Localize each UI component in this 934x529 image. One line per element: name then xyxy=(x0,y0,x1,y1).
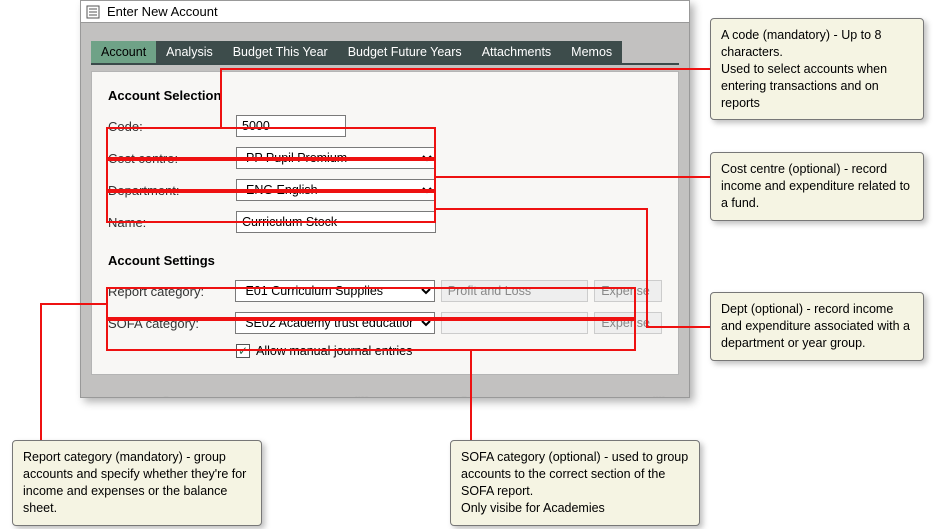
report-category-select[interactable]: E01 Curriculum Supplies xyxy=(235,280,434,302)
row-code: Code: xyxy=(108,113,662,139)
window-title: Enter New Account xyxy=(107,4,218,19)
tab-bar: Account Analysis Budget This Year Budget… xyxy=(91,41,679,65)
tab-memos[interactable]: Memos xyxy=(561,41,622,63)
report-category-label: Report category: xyxy=(108,284,235,299)
sofa-category-label: SOFA category: xyxy=(108,316,235,331)
row-report-category: Report category: E01 Curriculum Supplies… xyxy=(108,278,662,304)
allow-journals-checkbox[interactable]: ✓ xyxy=(236,344,250,358)
name-field[interactable] xyxy=(236,211,436,233)
account-panel: Account Selection Code: Cost centre: PP … xyxy=(91,71,679,375)
account-selection-heading: Account Selection xyxy=(108,88,662,103)
tab-budget-this-year[interactable]: Budget This Year xyxy=(223,41,338,63)
torn-edge xyxy=(81,385,689,397)
department-select[interactable]: ENG English xyxy=(236,179,436,201)
row-cost-centre: Cost centre: PP Pupil Premium xyxy=(108,145,662,171)
row-department: Department: ENG English xyxy=(108,177,662,203)
sofa-category-select[interactable]: SE02 Academy trust educational op xyxy=(235,312,435,334)
tab-attachments[interactable]: Attachments xyxy=(472,41,561,63)
cost-centre-select[interactable]: PP Pupil Premium xyxy=(236,147,436,169)
profit-loss-readonly: Profit and Loss xyxy=(441,280,588,302)
titlebar: Enter New Account xyxy=(81,1,689,23)
account-settings-heading: Account Settings xyxy=(108,253,662,268)
callout-report-category: Report category (mandatory) - group acco… xyxy=(12,440,262,526)
expense-readonly-1: Expense xyxy=(594,280,662,302)
row-allow-journals: ✓ Allow manual journal entries xyxy=(236,344,662,358)
form-icon xyxy=(85,4,101,20)
tab-budget-future-years[interactable]: Budget Future Years xyxy=(338,41,472,63)
callout-cost-centre: Cost centre (optional) - record income a… xyxy=(710,152,924,221)
row-sofa-category: SOFA category: SE02 Academy trust educat… xyxy=(108,310,662,336)
callout-department: Dept (optional) - record income and expe… xyxy=(710,292,924,361)
cost-centre-label: Cost centre: xyxy=(108,151,236,166)
name-label: Name: xyxy=(108,215,236,230)
sofa-blank-readonly xyxy=(441,312,588,334)
allow-journals-label: Allow manual journal entries xyxy=(256,344,412,358)
enter-new-account-window: Enter New Account Account Analysis Budge… xyxy=(80,0,690,398)
code-field[interactable] xyxy=(236,115,346,137)
leader-report-v xyxy=(40,303,42,440)
window-body: Account Analysis Budget This Year Budget… xyxy=(81,23,689,385)
callout-code: A code (mandatory) - Up to 8 characters.… xyxy=(710,18,924,120)
callout-sofa-category: SOFA category (optional) - used to group… xyxy=(450,440,700,526)
expense-readonly-2: Expense xyxy=(594,312,662,334)
tab-analysis[interactable]: Analysis xyxy=(156,41,223,63)
code-label: Code: xyxy=(108,119,236,134)
department-label: Department: xyxy=(108,183,236,198)
tab-account[interactable]: Account xyxy=(91,41,156,63)
row-name: Name: xyxy=(108,209,662,235)
